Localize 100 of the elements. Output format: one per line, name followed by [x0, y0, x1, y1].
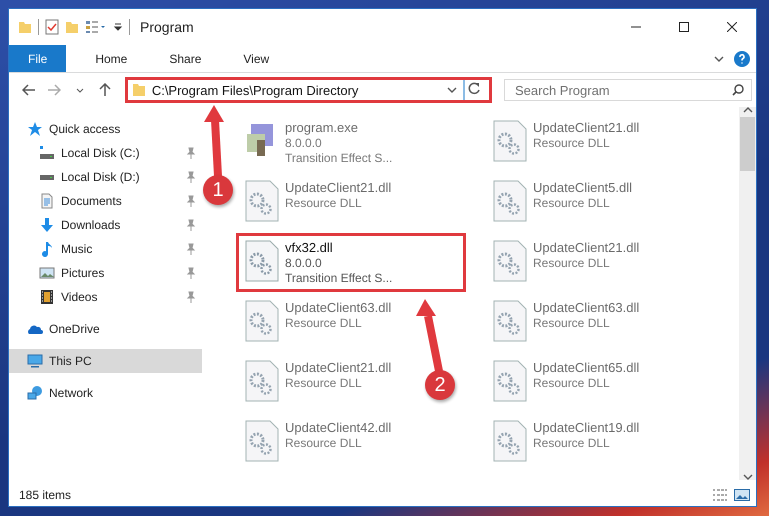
file-tile[interactable]: UpdateClient21.dll Resource DLL: [484, 233, 648, 289]
dropdown-icon: [446, 87, 457, 93]
network-icon: [27, 385, 43, 401]
item-count: 185 items: [19, 488, 72, 502]
details-view-icon[interactable]: [712, 489, 728, 501]
customize-toolbar-icon[interactable]: [113, 22, 123, 32]
file-name: UpdateClient65.dll: [533, 360, 640, 375]
sidebar-item[interactable]: Music: [9, 237, 202, 261]
music-note-icon: [39, 241, 55, 257]
file-tile[interactable]: program.exe 8.0.0.0 Transition Effect S...: [236, 113, 402, 172]
sidebar-item[interactable]: This PC: [9, 349, 202, 373]
pin-icon[interactable]: [186, 291, 196, 303]
pin-icon[interactable]: [186, 195, 196, 207]
file-detail: Resource DLL: [285, 436, 363, 450]
file-tile[interactable]: UpdateClient63.dll Resource DLL: [484, 293, 648, 349]
sidebar-item[interactable]: Local Disk (C:): [9, 141, 202, 165]
drive-icon: [39, 145, 55, 161]
gear-document-icon: [493, 180, 527, 222]
file-name: UpdateClient63.dll: [285, 300, 392, 315]
ribbon-tab[interactable]: Home: [80, 45, 142, 72]
film-icon: [39, 289, 55, 305]
file-name: UpdateClient21.dll: [285, 360, 392, 375]
ribbon-tab[interactable]: File: [9, 45, 66, 72]
file-detail: Resource DLL: [285, 376, 363, 390]
monitor-icon: [27, 353, 43, 369]
scrollbar[interactable]: [739, 107, 756, 480]
star-icon: [27, 121, 43, 137]
forward-arrow-icon: [47, 84, 62, 96]
file-detail: Resource DLL: [533, 136, 611, 150]
file-detail: Resource DLL: [285, 316, 363, 330]
search-field[interactable]: Search Program: [504, 79, 752, 101]
file-tile[interactable]: UpdateClient21.dll Resource DLL: [484, 113, 648, 169]
file-tile[interactable]: UpdateClient21.dll Resource DLL: [236, 173, 400, 229]
file-tile[interactable]: UpdateClient5.dll Resource DLL: [484, 173, 642, 229]
file-detail: Transition Effect S...: [285, 271, 392, 285]
file-detail: Transition Effect S...: [285, 151, 392, 165]
back-arrow-icon: [22, 84, 36, 96]
file-detail: Resource DLL: [533, 196, 611, 210]
address-bar[interactable]: C:\Program Files\Program Directory: [124, 77, 492, 103]
sidebar-item[interactable]: Downloads: [9, 213, 202, 237]
sidebar-item[interactable]: Local Disk (D:): [9, 165, 202, 189]
expand-ribbon-icon: [714, 56, 724, 62]
gear-document-icon: [245, 300, 279, 342]
folder-icon: [132, 83, 146, 97]
gear-document-icon: [245, 240, 279, 282]
annotation-arrow: [204, 105, 224, 176]
help-icon[interactable]: [734, 50, 750, 66]
maximize-icon: [679, 22, 689, 32]
file-name: vfx32.dll: [285, 240, 334, 255]
folder-icon[interactable]: [18, 20, 32, 34]
file-name: UpdateClient42.dll: [285, 420, 392, 435]
file-name: UpdateClient21.dll: [533, 120, 640, 135]
ribbon-tab[interactable]: Share: [154, 45, 216, 72]
new-folder-icon[interactable]: [65, 20, 79, 34]
file-name: UpdateClient63.dll: [533, 300, 640, 315]
ribbon-tab[interactable]: View: [228, 45, 284, 72]
file-detail: Resource DLL: [533, 316, 611, 330]
pin-icon[interactable]: [186, 147, 196, 159]
file-detail: 8.0.0.0: [285, 256, 323, 270]
pin-icon[interactable]: [186, 219, 196, 231]
file-detail: 8.0.0.0: [285, 136, 323, 150]
sidebar-item[interactable]: Quick access: [9, 117, 202, 141]
file-name: UpdateClient21.dll: [285, 180, 392, 195]
gear-document-icon: [493, 240, 527, 282]
gear-document-icon: [245, 420, 279, 462]
file-tile[interactable]: vfx32.dll 8.0.0.0 Transition Effect S...: [236, 233, 466, 292]
close-icon: [727, 22, 737, 32]
picture-icon: [39, 265, 55, 281]
sidebar-item[interactable]: Documents: [9, 189, 202, 213]
file-tile[interactable]: UpdateClient42.dll Resource DLL: [236, 413, 400, 469]
search-icon: [732, 84, 744, 96]
pin-icon[interactable]: [186, 243, 196, 255]
file-tile[interactable]: UpdateClient21.dll Resource DLL: [236, 353, 400, 409]
file-name: UpdateClient5.dll: [533, 180, 632, 195]
layout-icon[interactable]: [85, 20, 107, 34]
sidebar-item[interactable]: OneDrive: [9, 317, 202, 341]
file-tile[interactable]: UpdateClient65.dll Resource DLL: [484, 353, 648, 409]
properties-icon[interactable]: [45, 19, 59, 35]
file-tile[interactable]: UpdateClient19.dll Resource DLL: [484, 413, 648, 469]
gear-document-icon: [493, 120, 527, 162]
file-detail: Resource DLL: [533, 256, 611, 270]
pin-icon[interactable]: [186, 171, 196, 183]
gear-document-icon: [493, 360, 527, 402]
scroll-up-icon: [742, 107, 752, 113]
pin-icon[interactable]: [186, 267, 196, 279]
file-detail: Resource DLL: [533, 376, 611, 390]
up-arrow-icon: [99, 83, 112, 97]
caret-icon: [76, 88, 84, 92]
file-detail: Resource DLL: [285, 196, 363, 210]
file-tile[interactable]: UpdateClient63.dll Resource DLL: [236, 293, 400, 349]
drive-icon: [39, 174, 55, 180]
gear-document-icon: [493, 300, 527, 342]
sidebar-item[interactable]: Videos: [9, 285, 202, 309]
gear-document-icon: [245, 360, 279, 402]
sidebar-item[interactable]: Network: [9, 381, 202, 405]
sidebar-item[interactable]: Pictures: [9, 261, 202, 285]
scrollbar-thumb[interactable]: [740, 117, 755, 171]
gear-document-icon: [245, 180, 279, 222]
large-icons-view-icon[interactable]: [734, 489, 750, 501]
file-name: program.exe: [285, 120, 359, 135]
